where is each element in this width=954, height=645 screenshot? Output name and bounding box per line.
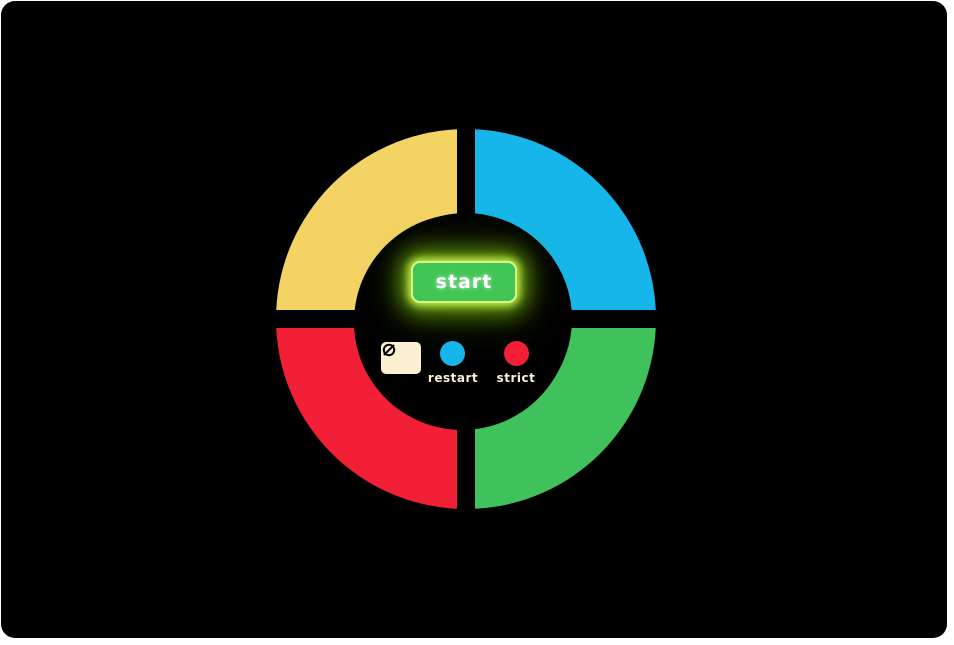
start-button[interactable]: start	[411, 261, 517, 303]
restart-button[interactable]	[440, 341, 465, 366]
power-off-icon	[382, 343, 396, 357]
power-toggle-button[interactable]	[381, 342, 421, 374]
game-window: start restart strict	[1, 1, 947, 638]
strict-label: strict	[496, 371, 536, 385]
control-hub	[354, 214, 570, 430]
restart-label: restart	[427, 371, 479, 385]
simon-board: start restart strict	[276, 126, 656, 512]
strict-button[interactable]	[504, 341, 529, 366]
